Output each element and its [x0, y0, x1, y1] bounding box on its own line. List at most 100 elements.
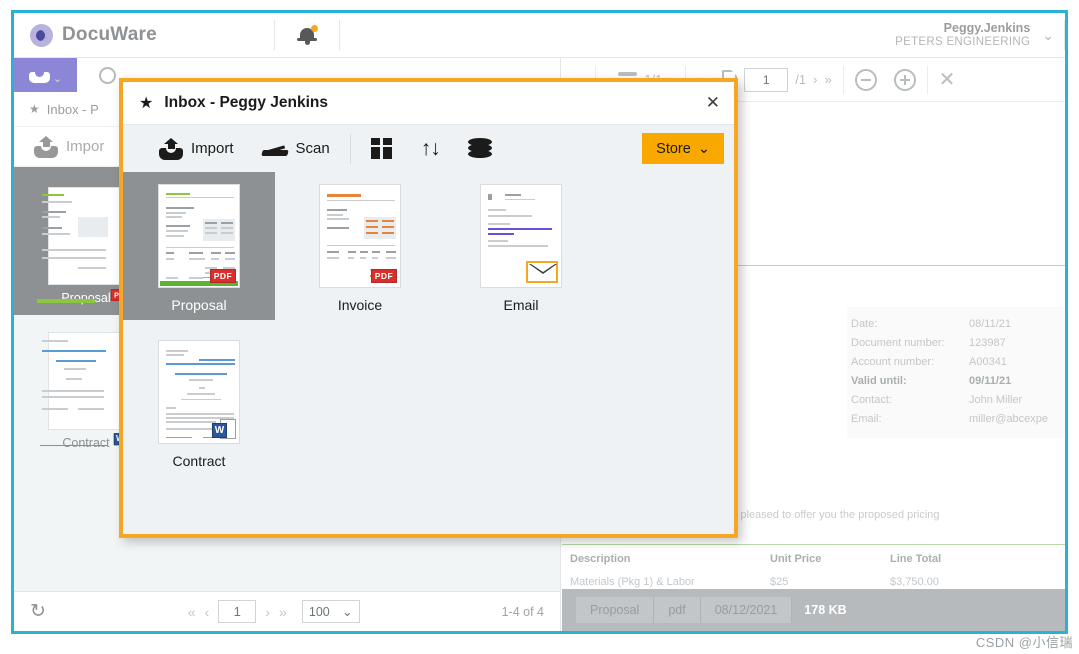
document-circle-icon: [99, 67, 116, 84]
inbox-dialog: ★ Inbox - Peggy Jenkins ✕ Import Scan: [119, 78, 738, 538]
document-item-proposal[interactable]: PDF Proposal: [137, 184, 261, 313]
store-button[interactable]: Store ⌄: [642, 133, 724, 164]
watermark: CSDN @小信瑞: [976, 632, 1073, 651]
import-label: Import: [191, 140, 234, 157]
preview-meta-row: Contact: John Miller: [847, 391, 1065, 410]
application-frame: DocuWare Peggy.Jenkins PETERS ENGINEERIN…: [11, 10, 1068, 634]
close-icon[interactable]: ✕: [706, 93, 720, 113]
breadcrumb-label: Inbox - P: [47, 102, 99, 117]
bell-icon: [297, 24, 317, 46]
brand-name: DocuWare: [62, 24, 157, 46]
pager-controls: « ‹ 1 › » 100 ⌄: [46, 600, 502, 623]
viewer-status-bar: Proposal pdf 08/12/2021 178 KB: [562, 589, 1065, 631]
grid-view-icon: [371, 138, 393, 159]
meta-key: Date:: [851, 315, 969, 334]
meta-value: 123987: [969, 334, 1006, 353]
next-page-button[interactable]: ›: [813, 72, 817, 87]
scan-button[interactable]: Scan: [248, 125, 344, 172]
document-item-invoice[interactable]: PDF Invoice: [298, 184, 422, 313]
docuware-logo-icon: [30, 24, 53, 47]
status-file-size: 178 KB: [804, 603, 846, 617]
meta-key: Contact:: [851, 391, 969, 410]
user-name: Peggy.Jenkins: [895, 21, 1030, 35]
cell-line-total: $3,750.00: [890, 571, 1000, 589]
document-item-email[interactable]: Email: [459, 184, 583, 313]
word-badge-icon: W: [212, 419, 236, 439]
chevron-down-icon[interactable]: ⌄: [1042, 27, 1054, 44]
stack-button[interactable]: [454, 125, 506, 172]
dialog-titlebar: ★ Inbox - Peggy Jenkins ✕: [123, 82, 734, 124]
user-text: Peggy.Jenkins PETERS ENGINEERING: [895, 21, 1030, 49]
zoom-controls: [844, 58, 927, 101]
import-button[interactable]: Import: [145, 125, 248, 172]
meta-key: Document number:: [851, 334, 969, 353]
document-thumbnail: W: [48, 332, 124, 430]
prev-page-button[interactable]: ‹: [205, 604, 210, 620]
preview-meta-row: Date: 08/11/21: [847, 315, 1065, 334]
status-badge: Proposal: [576, 597, 654, 623]
status-badge: 08/12/2021: [701, 597, 793, 623]
meta-value: miller@abcexpe: [969, 410, 1048, 429]
sort-icon: ↑↓: [421, 138, 440, 159]
workspace-import-label[interactable]: Impor: [66, 138, 104, 155]
pdf-badge-icon: PDF: [210, 269, 236, 283]
document-item-label: Invoice: [298, 297, 422, 313]
column-header: Line Total: [890, 548, 1000, 571]
preview-table: Description Unit Price Line Total Materi…: [570, 548, 1053, 589]
page-total-label: /1: [795, 72, 806, 87]
document-item-contract[interactable]: W Contract: [137, 340, 261, 469]
sort-button[interactable]: ↑↓: [407, 125, 454, 172]
close-viewer-button[interactable]: ✕: [928, 58, 967, 101]
preview-meta-row: Email: miller@abcexpe: [847, 410, 1065, 429]
preview-meta-box: Date: 08/11/21 Document number: 123987 A…: [847, 307, 1065, 438]
import-icon: [34, 136, 58, 158]
dialog-toolbar: Import Scan ↑↓: [123, 124, 734, 172]
page-size-select[interactable]: 100 ⌄: [302, 600, 360, 623]
document-item-label: Contract: [137, 453, 261, 469]
cell-description: Materials (Pkg 1) & Labor: [570, 571, 770, 589]
star-icon: ★: [139, 93, 153, 113]
store-label: Store: [656, 141, 691, 157]
table-row: Materials (Pkg 1) & Labor $25 $3,750.00: [570, 571, 1053, 589]
meta-key: Email:: [851, 410, 969, 429]
meta-key: Account number:: [851, 353, 969, 372]
meta-key: Valid until:: [851, 372, 969, 391]
header-divider-3: [1064, 20, 1065, 50]
refresh-icon[interactable]: ↻: [30, 600, 46, 623]
scan-label: Scan: [296, 140, 330, 157]
meta-value: 08/11/21: [969, 315, 1011, 334]
first-page-button[interactable]: «: [188, 604, 196, 620]
document-item-label: Proposal: [137, 297, 261, 313]
document-item-label: Email: [459, 297, 583, 313]
column-header: Unit Price: [770, 548, 890, 571]
table-header-row: Description Unit Price Line Total: [570, 548, 1053, 571]
last-page-button[interactable]: »: [824, 72, 831, 87]
user-organization: PETERS ENGINEERING: [895, 36, 1030, 49]
zoom-in-icon[interactable]: [894, 69, 916, 91]
meta-value: 09/11/21: [969, 372, 1011, 391]
last-page-button[interactable]: »: [279, 604, 287, 620]
sidebar-item-inbox[interactable]: ⌄: [14, 58, 77, 92]
chevron-down-icon: ⌄: [698, 141, 710, 157]
grid-view-button[interactable]: [357, 125, 407, 172]
screenshot-root: DocuWare Peggy.Jenkins PETERS ENGINEERIN…: [0, 0, 1079, 654]
brand: DocuWare: [14, 13, 274, 57]
document-thumbnail: W: [158, 340, 240, 444]
preview-meta-row: Account number: A00341: [847, 353, 1065, 372]
user-menu[interactable]: Peggy.Jenkins PETERS ENGINEERING ⌄: [864, 13, 1064, 57]
workspace-pager: ↻ « ‹ 1 › » 100 ⌄ 1-4 of 4: [14, 591, 560, 631]
next-page-button[interactable]: ›: [265, 604, 270, 620]
page-number-input[interactable]: 1: [218, 600, 256, 623]
zoom-out-icon[interactable]: [855, 69, 877, 91]
page-size-value: 100: [309, 605, 330, 619]
notifications-button[interactable]: [275, 13, 339, 57]
chevron-down-icon[interactable]: ⌄: [53, 72, 62, 85]
pdf-badge-icon: PDF: [371, 269, 397, 283]
dialog-document-grid: PDF Proposal: [123, 172, 734, 534]
meta-value: A00341: [969, 353, 1007, 372]
pager-range-label: 1-4 of 4: [502, 605, 544, 619]
inbox-tray-icon: [29, 68, 50, 83]
page-number-input[interactable]: 1: [744, 68, 788, 92]
cell-unit-price: $25: [770, 571, 890, 589]
import-icon: [159, 138, 183, 160]
